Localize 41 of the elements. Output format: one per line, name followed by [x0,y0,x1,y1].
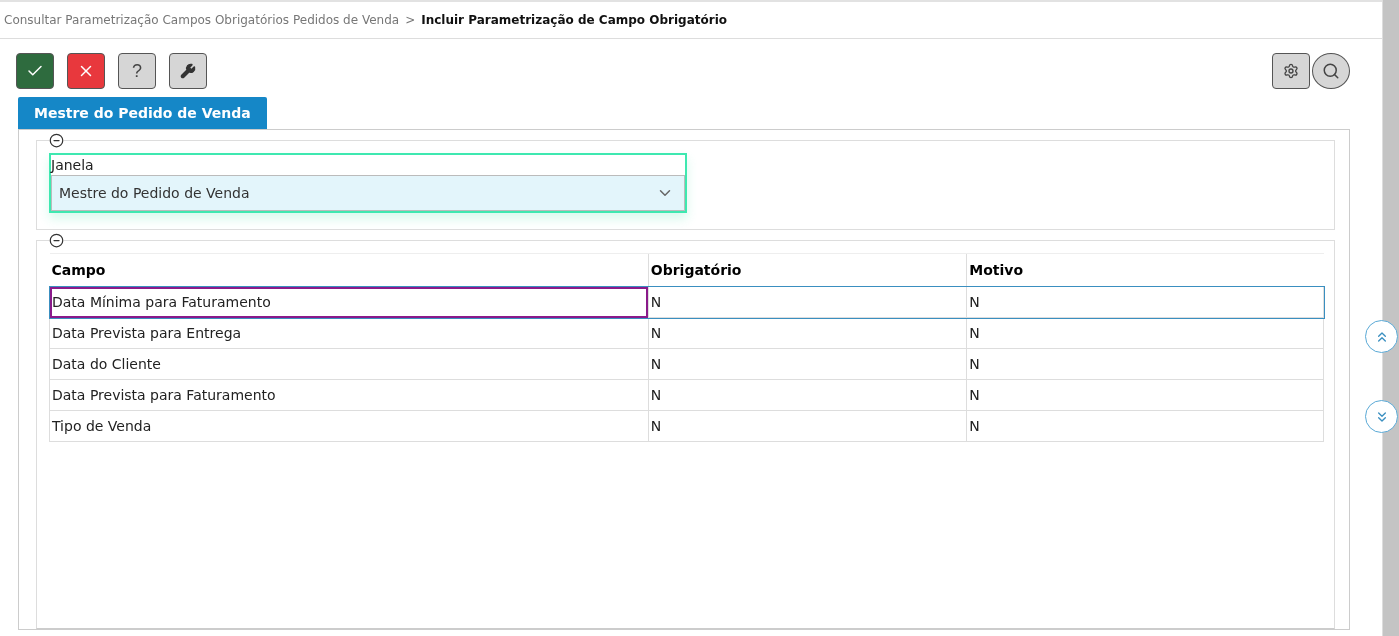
column-header: Motivo [966,253,1324,287]
settings-icon [1283,63,1299,79]
table-row[interactable]: Data Mínima para Faturamento N N [49,286,1324,318]
confirm-button[interactable] [16,53,54,89]
table-cell: N [966,348,1324,380]
breadcrumb-current: Incluir Parametrização de Campo Obrigatório [421,13,727,27]
cancel-button[interactable] [67,53,105,89]
table-cell: Tipo de Venda [49,410,649,442]
table-cell: N [648,348,967,380]
search-button[interactable] [1312,53,1350,89]
table-row[interactable]: Tipo de Venda N N [49,410,1324,442]
table-cell: N [966,379,1324,411]
collapse-toggle-icon[interactable] [49,233,64,248]
table-cell: Data Mínima para Faturamento [49,286,649,318]
scrollbar[interactable] [1382,0,1399,636]
collapse-toggle-icon[interactable] [49,133,64,148]
table-cell: N [648,317,967,349]
table-cell: N [966,317,1324,349]
breadcrumb-link[interactable]: Consultar Parametrização Campos Obrigatórios Pedidos de Venda [4,13,400,27]
table-cell: Data do Cliente [49,348,649,380]
column-header: Campo [49,253,649,287]
wrench-icon [180,63,196,79]
table-cell: N [966,286,1324,318]
settings-button[interactable] [1272,53,1310,89]
column-header: Obrigatório [648,253,967,287]
table-cell: N [648,286,967,318]
table-cell: N [648,379,967,411]
wrench-button[interactable] [169,53,207,89]
table-cell: N [966,410,1324,442]
help-button[interactable]: ? [118,53,156,89]
search-icon [1322,62,1340,80]
table-cell: Data Prevista para Faturamento [49,379,649,411]
field-label: Janela [51,156,95,175]
table-cell: N [648,410,967,442]
table-cell: Data Prevista para Entrega [49,317,649,349]
breadcrumb-separator: > [405,13,416,27]
table-row[interactable]: Data do Cliente N N [49,348,1324,380]
window-select[interactable]: Mestre do Pedido de Venda [51,175,685,211]
table-row[interactable]: Data Prevista para Faturamento N N [49,379,1324,411]
section-tab[interactable]: Mestre do Pedido de Venda [18,97,267,129]
table-row[interactable]: Data Prevista para Entrega N N [49,317,1324,349]
